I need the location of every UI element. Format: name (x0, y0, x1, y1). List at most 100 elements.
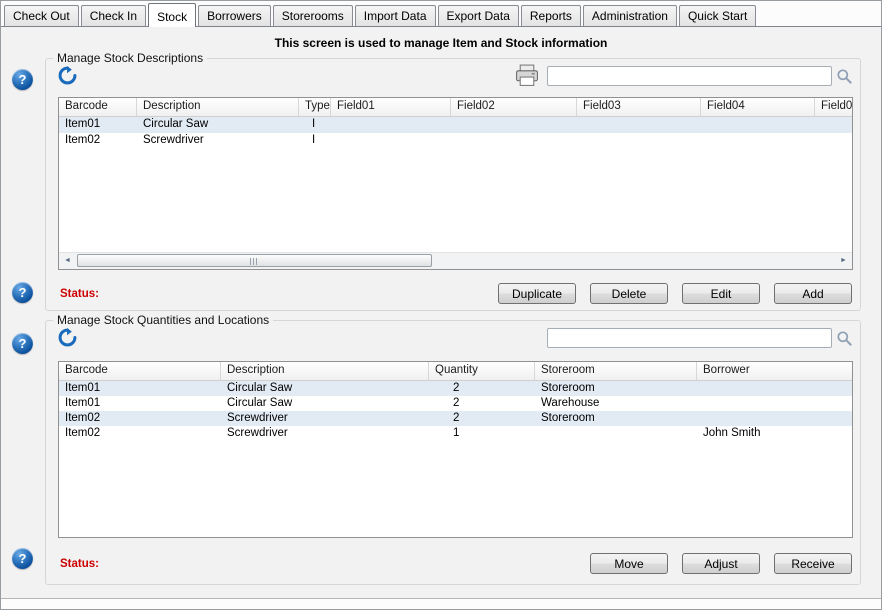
cell: Item01 (59, 117, 137, 133)
horizontal-scrollbar[interactable]: ◄ ► (59, 252, 852, 269)
move-button[interactable]: Move (590, 553, 668, 574)
tab-quick-start[interactable]: Quick Start (679, 5, 756, 26)
table-row[interactable]: Item02Screwdriver1 John Smith (59, 426, 852, 441)
printer-icon[interactable] (514, 63, 540, 88)
scrollbar-thumb[interactable] (77, 254, 432, 267)
quantities-group: Manage Stock Quantities and Locations Ba… (45, 320, 861, 585)
tab-bar: Check OutCheck InStockBorrowersStoreroom… (1, 1, 881, 26)
column-header-barcode[interactable]: Barcode (59, 362, 221, 380)
help-icon[interactable]: ? (12, 282, 33, 303)
cell: I (299, 133, 331, 149)
content-panel: This screen is used to manage Item and S… (1, 26, 881, 599)
cell (451, 133, 577, 149)
cell: Item02 (59, 133, 137, 149)
table-row[interactable]: Item01Circular SawI (59, 117, 852, 133)
column-header-field03[interactable]: Field03 (577, 98, 701, 116)
table-body: Item01Circular SawIItem02ScrewdriverI (59, 117, 852, 149)
adjust-button[interactable]: Adjust (682, 553, 760, 574)
stock-quantities-table: BarcodeDescriptionQuantityStoreroomBorro… (58, 361, 853, 538)
refresh-icon[interactable] (58, 328, 77, 347)
table-body: Item01Circular Saw2StoreroomItem01Circul… (59, 381, 852, 441)
tab-reports[interactable]: Reports (521, 5, 581, 26)
table-row[interactable]: Item02ScrewdriverI (59, 133, 852, 149)
cell (815, 133, 853, 149)
search-icon[interactable] (836, 330, 853, 347)
cell (697, 381, 853, 396)
column-header-field04[interactable]: Field04 (701, 98, 815, 116)
receive-button[interactable]: Receive (774, 553, 852, 574)
column-header-borrower[interactable]: Borrower (697, 362, 853, 380)
column-header-description[interactable]: Description (221, 362, 429, 380)
quantities-search-input[interactable] (547, 328, 832, 348)
help-icon[interactable]: ? (12, 69, 33, 90)
cell: 1 (429, 426, 535, 441)
duplicate-button[interactable]: Duplicate (498, 283, 576, 304)
cell: 2 (429, 381, 535, 396)
cell: Circular Saw (221, 381, 429, 396)
column-header-field02[interactable]: Field02 (451, 98, 577, 116)
scroll-right-icon[interactable]: ► (835, 253, 852, 269)
app-window: Check OutCheck InStockBorrowersStoreroom… (0, 0, 882, 610)
cell: Item01 (59, 381, 221, 396)
tab-import-data[interactable]: Import Data (355, 5, 436, 26)
cell: John Smith (697, 426, 853, 441)
table-header-row: BarcodeDescriptionQuantityStoreroomBorro… (59, 362, 852, 381)
descriptions-search-input[interactable] (547, 66, 832, 86)
tab-stock[interactable]: Stock (148, 3, 196, 27)
tab-storerooms[interactable]: Storerooms (273, 5, 353, 26)
refresh-icon[interactable] (58, 66, 77, 85)
scroll-left-icon[interactable]: ◄ (59, 253, 76, 269)
tab-administration[interactable]: Administration (583, 5, 677, 26)
cell (535, 426, 697, 441)
cell: Screwdriver (221, 411, 429, 426)
quantities-group-title: Manage Stock Quantities and Locations (53, 313, 273, 327)
descriptions-group: Manage Stock Descriptions (45, 58, 861, 311)
cell: Item02 (59, 426, 221, 441)
cell (701, 133, 815, 149)
status-label: Status: (60, 558, 99, 570)
descriptions-group-title: Manage Stock Descriptions (53, 51, 207, 65)
delete-button[interactable]: Delete (590, 283, 668, 304)
column-header-field01[interactable]: Field01 (331, 98, 451, 116)
table-row[interactable]: Item01Circular Saw2Warehouse (59, 396, 852, 411)
cell (697, 411, 853, 426)
cell: 2 (429, 411, 535, 426)
cell: I (299, 117, 331, 133)
cell (451, 117, 577, 133)
table-row[interactable]: Item01Circular Saw2Storeroom (59, 381, 852, 396)
cell: Item02 (59, 411, 221, 426)
tab-check-in[interactable]: Check In (81, 5, 146, 26)
quantities-button-row: Move Adjust Receive (590, 553, 852, 574)
cell: 2 (429, 396, 535, 411)
cell (577, 117, 701, 133)
cell (701, 117, 815, 133)
cell (577, 133, 701, 149)
column-header-field05[interactable]: Field05 (815, 98, 853, 116)
tab-borrowers[interactable]: Borrowers (198, 5, 271, 26)
column-header-barcode[interactable]: Barcode (59, 98, 137, 116)
cell: Warehouse (535, 396, 697, 411)
cell: Item01 (59, 396, 221, 411)
search-icon[interactable] (836, 68, 853, 85)
tab-export-data[interactable]: Export Data (438, 5, 519, 26)
descriptions-button-row: Duplicate Delete Edit Add (498, 283, 852, 304)
cell: Screwdriver (221, 426, 429, 441)
column-header-type[interactable]: Type (299, 98, 331, 116)
edit-button[interactable]: Edit (682, 283, 760, 304)
cell: Storeroom (535, 411, 697, 426)
cell (697, 396, 853, 411)
help-icon[interactable]: ? (12, 548, 33, 569)
cell (815, 117, 853, 133)
column-header-storeroom[interactable]: Storeroom (535, 362, 697, 380)
column-header-quantity[interactable]: Quantity (429, 362, 535, 380)
add-button[interactable]: Add (774, 283, 852, 304)
column-header-description[interactable]: Description (137, 98, 299, 116)
table-header-row: BarcodeDescriptionTypeField01Field02Fiel… (59, 98, 852, 117)
cell: Screwdriver (137, 133, 299, 149)
help-icon[interactable]: ? (12, 333, 33, 354)
table-row[interactable]: Item02Screwdriver2Storeroom (59, 411, 852, 426)
cell: Circular Saw (137, 117, 299, 133)
page-title: This screen is used to manage Item and S… (1, 36, 881, 50)
tab-check-out[interactable]: Check Out (4, 5, 79, 26)
stock-descriptions-table: BarcodeDescriptionTypeField01Field02Fiel… (58, 97, 853, 270)
